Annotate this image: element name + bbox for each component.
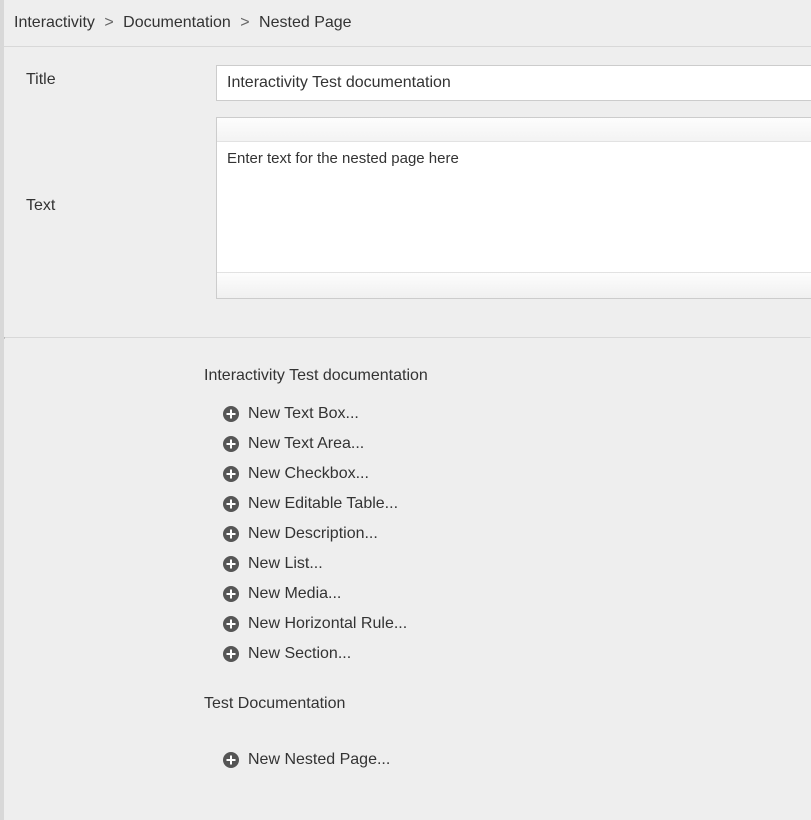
add-description[interactable]: New Description... xyxy=(204,519,811,549)
tree-item-label: New Editable Table... xyxy=(248,495,398,513)
tree-list: New Text Box... New Text Area... New Che… xyxy=(204,399,811,669)
add-text-area[interactable]: New Text Area... xyxy=(204,429,811,459)
component-tree: Interactivity Test documentation New Tex… xyxy=(4,339,811,795)
tree-item-label: New Horizontal Rule... xyxy=(248,615,407,633)
breadcrumb-item[interactable]: Documentation xyxy=(123,14,231,31)
text-label: Text xyxy=(26,117,216,215)
tree-item-label: New Checkbox... xyxy=(248,465,369,483)
plus-circle-icon xyxy=(222,465,240,483)
tree-item-label: New List... xyxy=(248,555,323,573)
spacer xyxy=(204,727,811,745)
add-horizontal-rule[interactable]: New Horizontal Rule... xyxy=(204,609,811,639)
breadcrumb-item[interactable]: Interactivity xyxy=(14,14,95,31)
breadcrumb-separator: > xyxy=(104,14,113,31)
tree-list: New Nested Page... xyxy=(204,727,811,775)
editor-footer xyxy=(217,272,811,298)
plus-circle-icon xyxy=(222,495,240,513)
editor-toolbar[interactable] xyxy=(217,118,811,142)
tree-item-label: New Section... xyxy=(248,645,351,663)
add-section[interactable]: New Section... xyxy=(204,639,811,669)
plus-circle-icon xyxy=(222,615,240,633)
form-area: Title Text Enter text for the nested pag… xyxy=(4,47,811,337)
tree-item-label: New Text Area... xyxy=(248,435,364,453)
title-row: Title xyxy=(26,65,811,101)
tree-item-label: New Description... xyxy=(248,525,378,543)
tree-item-label: New Text Box... xyxy=(248,405,359,423)
add-editable-table[interactable]: New Editable Table... xyxy=(204,489,811,519)
plus-circle-icon xyxy=(222,405,240,423)
add-checkbox[interactable]: New Checkbox... xyxy=(204,459,811,489)
add-nested-page[interactable]: New Nested Page... xyxy=(204,745,811,775)
plus-circle-icon xyxy=(222,585,240,603)
breadcrumb: Interactivity > Documentation > Nested P… xyxy=(4,0,811,47)
breadcrumb-separator: > xyxy=(240,14,249,31)
plus-circle-icon xyxy=(222,525,240,543)
tree-section-heading[interactable]: Test Documentation xyxy=(204,695,811,713)
plus-circle-icon xyxy=(222,435,240,453)
tree-section-heading[interactable]: Interactivity Test documentation xyxy=(204,367,811,385)
plus-circle-icon xyxy=(222,555,240,573)
text-row: Text Enter text for the nested page here xyxy=(26,117,811,299)
text-editor-body[interactable]: Enter text for the nested page here xyxy=(217,142,811,272)
title-label: Title xyxy=(26,65,216,89)
title-input[interactable] xyxy=(216,65,811,101)
breadcrumb-item[interactable]: Nested Page xyxy=(259,14,352,31)
plus-circle-icon xyxy=(222,645,240,663)
tree-item-label: New Media... xyxy=(248,585,341,603)
add-media[interactable]: New Media... xyxy=(204,579,811,609)
rich-text-editor: Enter text for the nested page here xyxy=(216,117,811,299)
add-list[interactable]: New List... xyxy=(204,549,811,579)
plus-circle-icon xyxy=(222,751,240,769)
tree-item-label: New Nested Page... xyxy=(248,751,390,769)
add-text-box[interactable]: New Text Box... xyxy=(204,399,811,429)
